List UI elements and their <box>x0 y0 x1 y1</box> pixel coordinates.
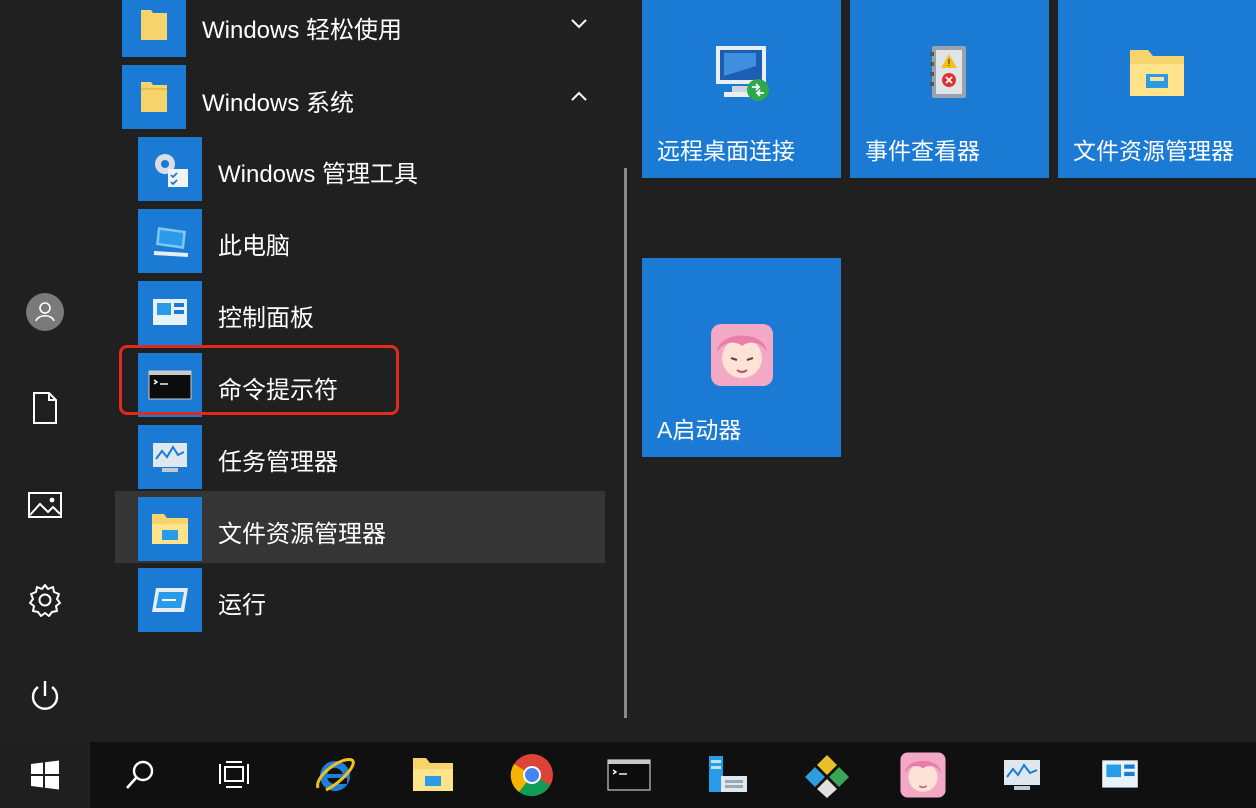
start-menu-rail <box>0 0 90 742</box>
settings-icon <box>29 584 61 617</box>
user-account-button[interactable] <box>20 287 70 337</box>
tile-label-event-viewer: 事件查看器 <box>865 138 980 164</box>
app-item-admin-tools[interactable]: Windows 管理工具 <box>218 154 418 189</box>
internet-explorer-icon <box>316 758 355 792</box>
puzzle-app-icon <box>805 755 849 798</box>
folder-icon <box>122 65 186 129</box>
tile-event-viewer[interactable]: ! 事件查看器 <box>850 0 1049 178</box>
taskbar-server-manager-button[interactable] <box>703 750 753 800</box>
taskbar-puzzle-app-button[interactable] <box>802 750 852 800</box>
taskbar <box>0 742 1256 808</box>
tile-label-remote-desktop: 远程桌面连接 <box>657 138 795 164</box>
event-viewer-icon: ! <box>929 46 966 98</box>
pictures-icon <box>28 492 62 518</box>
app-item-run[interactable]: 运行 <box>218 585 266 620</box>
taskbar-task-manager-button[interactable] <box>997 750 1047 800</box>
admin-tools-icon <box>138 137 202 201</box>
taskbar-ie-button[interactable] <box>310 750 360 800</box>
app-list-scrollbar[interactable] <box>624 168 627 718</box>
control-panel-icon <box>138 281 202 345</box>
task-manager-icon <box>1004 760 1040 790</box>
this-pc-icon <box>138 209 202 273</box>
start-icon <box>31 760 59 790</box>
settings-button[interactable] <box>20 575 70 625</box>
taskbar-task-view-button[interactable] <box>210 750 260 800</box>
control-panel-icon <box>1102 760 1138 788</box>
file-explorer-icon <box>1130 50 1184 96</box>
folder-icon <box>122 0 186 57</box>
group-label-windows-system[interactable]: Windows 系统 <box>202 83 354 118</box>
pictures-button[interactable] <box>20 480 70 530</box>
server-manager-icon <box>709 756 747 792</box>
chevron-down-icon[interactable] <box>568 13 590 35</box>
documents-button[interactable] <box>20 383 70 433</box>
tile-label-anime-launcher: A启动器 <box>657 417 742 443</box>
run-icon <box>138 568 202 632</box>
chrome-icon <box>510 754 553 797</box>
power-icon <box>31 681 59 710</box>
search-icon <box>126 760 154 789</box>
task-manager-icon <box>138 425 202 489</box>
taskbar-chrome-button[interactable] <box>507 750 557 800</box>
group-label-ease-of-access[interactable]: Windows 轻松使用 <box>202 10 402 45</box>
app-item-file-explorer[interactable]: 文件资源管理器 <box>218 514 386 549</box>
anime-launcher-icon <box>900 752 946 798</box>
documents-icon <box>33 392 57 424</box>
tile-anime-launcher[interactable]: A启动器 <box>642 258 841 457</box>
tile-remote-desktop[interactable]: 远程桌面连接 <box>642 0 841 178</box>
app-item-this-pc[interactable]: 此电脑 <box>218 226 290 261</box>
svg-text:!: ! <box>947 58 950 69</box>
tile-label-file-explorer: 文件资源管理器 <box>1073 138 1234 164</box>
file-explorer-icon <box>413 758 453 791</box>
app-item-control-panel[interactable]: 控制面板 <box>218 298 314 333</box>
tile-file-explorer[interactable]: 文件资源管理器 <box>1058 0 1256 178</box>
taskbar-file-explorer-button[interactable] <box>408 750 458 800</box>
start-button[interactable] <box>0 742 90 808</box>
chevron-up-icon[interactable] <box>568 85 590 107</box>
anime-launcher-icon <box>710 324 773 386</box>
user-icon <box>26 293 64 331</box>
taskbar-anime-launcher-button[interactable] <box>898 750 948 800</box>
file-explorer-icon <box>138 497 202 561</box>
task-view-icon <box>219 761 249 788</box>
taskbar-control-panel-button[interactable] <box>1095 750 1145 800</box>
app-item-task-manager[interactable]: 任务管理器 <box>218 442 338 477</box>
power-button[interactable] <box>20 671 70 721</box>
taskbar-command-prompt-button[interactable] <box>604 750 654 800</box>
command-prompt-icon <box>607 759 651 791</box>
annotation-highlight-box <box>119 345 399 415</box>
remote-desktop-icon <box>715 46 769 101</box>
taskbar-search-button[interactable] <box>115 750 165 800</box>
